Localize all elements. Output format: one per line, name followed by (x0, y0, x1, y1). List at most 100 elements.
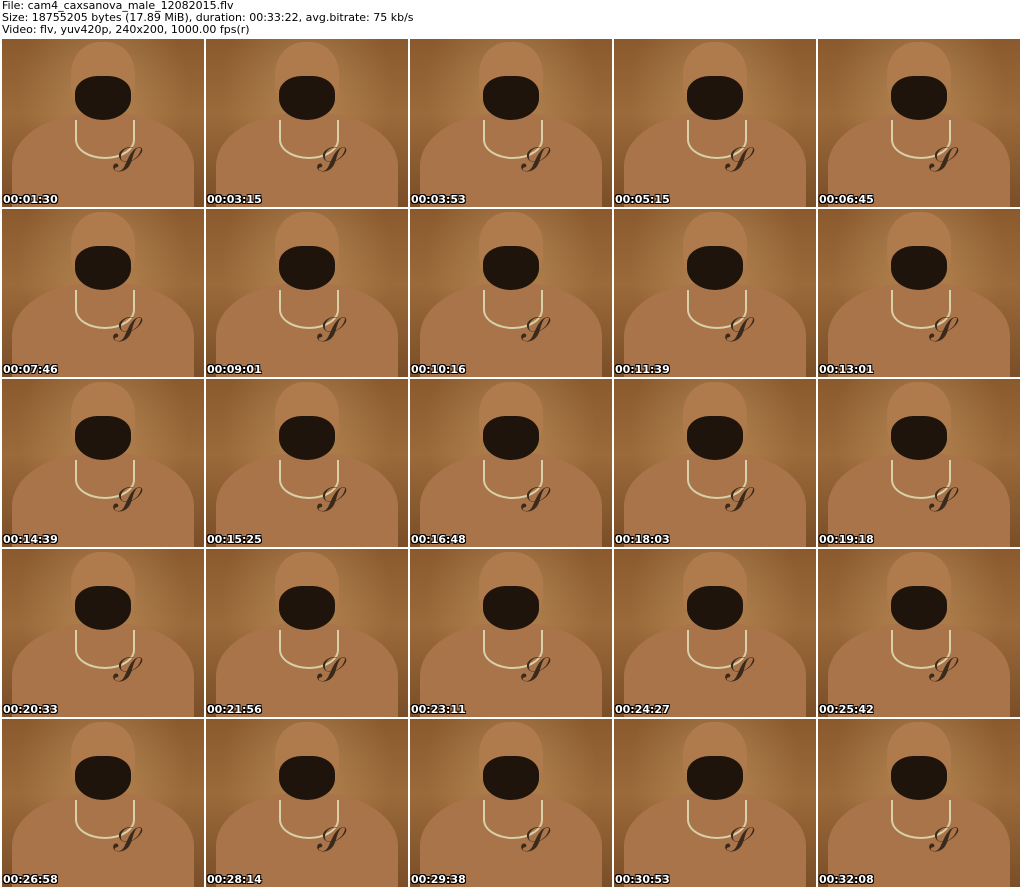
tattoo-glyph-icon: 𝒮 (317, 820, 344, 861)
thumbnail-figure-beard (74, 415, 132, 460)
video-thumbnail[interactable]: 𝒮 00:09:01 (206, 209, 408, 377)
thumbnail-timestamp: 00:09:01 (207, 363, 262, 376)
file-info-header: File: cam4_caxsanova_male_12082015.flv S… (2, 0, 1022, 36)
thumbnail-figure-beard (74, 755, 132, 800)
video-thumbnail[interactable]: 𝒮 00:21:56 (206, 549, 408, 717)
thumbnail-timestamp: 00:16:48 (411, 533, 466, 546)
video-thumbnail[interactable]: 𝒮 00:07:46 (2, 209, 204, 377)
thumbnail-figure-beard (278, 75, 336, 120)
thumbnail-figure-beard (686, 415, 744, 460)
thumbnail-timestamp: 00:30:53 (615, 873, 670, 886)
video-thumbnail[interactable]: 𝒮 00:15:25 (206, 379, 408, 547)
thumbnail-figure-beard (686, 585, 744, 630)
thumbnail-figure-beard (482, 245, 540, 290)
thumbnail-timestamp: 00:18:03 (615, 533, 670, 546)
video-info-line: Video: flv, yuv420p, 240x200, 1000.00 fp… (2, 23, 250, 36)
thumbnail-figure-beard (890, 585, 948, 630)
thumbnail-timestamp: 00:24:27 (615, 703, 670, 716)
thumbnail-figure-beard (74, 75, 132, 120)
thumbnail-timestamp: 00:03:53 (411, 193, 466, 206)
tattoo-glyph-icon: 𝒮 (725, 310, 752, 351)
video-thumbnail[interactable]: 𝒮 00:19:18 (818, 379, 1020, 547)
thumbnail-timestamp: 00:10:16 (411, 363, 466, 376)
tattoo-glyph-icon: 𝒮 (929, 480, 956, 521)
thumbnail-timestamp: 00:11:39 (615, 363, 670, 376)
video-thumbnail[interactable]: 𝒮 00:05:15 (614, 39, 816, 207)
video-thumbnail[interactable]: 𝒮 00:10:16 (410, 209, 612, 377)
video-thumbnail[interactable]: 𝒮 00:14:39 (2, 379, 204, 547)
tattoo-glyph-icon: 𝒮 (929, 650, 956, 691)
thumbnail-timestamp: 00:14:39 (3, 533, 58, 546)
tattoo-glyph-icon: 𝒮 (725, 650, 752, 691)
thumbnail-figure-beard (74, 245, 132, 290)
thumbnail-figure-beard (278, 415, 336, 460)
thumbnail-timestamp: 00:19:18 (819, 533, 874, 546)
tattoo-glyph-icon: 𝒮 (317, 650, 344, 691)
tattoo-glyph-icon: 𝒮 (113, 820, 140, 861)
thumbnail-figure-beard (482, 755, 540, 800)
thumbnail-figure-beard (278, 245, 336, 290)
video-thumbnail[interactable]: 𝒮 00:03:53 (410, 39, 612, 207)
tattoo-glyph-icon: 𝒮 (725, 140, 752, 181)
thumbnail-timestamp: 00:15:25 (207, 533, 262, 546)
thumbnail-timestamp: 00:20:33 (3, 703, 58, 716)
thumbnail-timestamp: 00:21:56 (207, 703, 262, 716)
video-thumbnail[interactable]: 𝒮 00:23:11 (410, 549, 612, 717)
thumbnail-figure-beard (686, 755, 744, 800)
tattoo-glyph-icon: 𝒮 (929, 140, 956, 181)
tattoo-glyph-icon: 𝒮 (521, 650, 548, 691)
tattoo-glyph-icon: 𝒮 (317, 480, 344, 521)
tattoo-glyph-icon: 𝒮 (317, 140, 344, 181)
tattoo-glyph-icon: 𝒮 (113, 310, 140, 351)
thumbnail-timestamp: 00:13:01 (819, 363, 874, 376)
thumbnail-timestamp: 00:32:08 (819, 873, 874, 886)
thumbnail-timestamp: 00:07:46 (3, 363, 58, 376)
thumbnail-figure-beard (482, 75, 540, 120)
tattoo-glyph-icon: 𝒮 (929, 820, 956, 861)
thumbnail-figure-beard (890, 755, 948, 800)
video-thumbnail[interactable]: 𝒮 00:32:08 (818, 719, 1020, 887)
thumbnail-figure-beard (890, 245, 948, 290)
thumbnail-timestamp: 00:26:58 (3, 873, 58, 886)
video-thumbnail[interactable]: 𝒮 00:11:39 (614, 209, 816, 377)
tattoo-glyph-icon: 𝒮 (113, 140, 140, 181)
thumbnail-timestamp: 00:03:15 (207, 193, 262, 206)
tattoo-glyph-icon: 𝒮 (725, 480, 752, 521)
tattoo-glyph-icon: 𝒮 (317, 310, 344, 351)
thumbnail-timestamp: 00:01:30 (3, 193, 58, 206)
video-thumbnail[interactable]: 𝒮 00:28:14 (206, 719, 408, 887)
video-thumbnail[interactable]: 𝒮 00:26:58 (2, 719, 204, 887)
thumbnail-figure-beard (278, 755, 336, 800)
video-thumbnail[interactable]: 𝒮 00:30:53 (614, 719, 816, 887)
thumbnail-figure-beard (686, 75, 744, 120)
tattoo-glyph-icon: 𝒮 (521, 140, 548, 181)
thumbnail-grid: 𝒮 00:01:30 𝒮 00:03:15 𝒮 00:03:53 𝒮 00:05:15 𝒮 00:… (2, 39, 1020, 887)
tattoo-glyph-icon: 𝒮 (929, 310, 956, 351)
video-thumbnail[interactable]: 𝒮 00:01:30 (2, 39, 204, 207)
tattoo-glyph-icon: 𝒮 (521, 480, 548, 521)
tattoo-glyph-icon: 𝒮 (521, 820, 548, 861)
video-thumbnail[interactable]: 𝒮 00:13:01 (818, 209, 1020, 377)
video-thumbnail[interactable]: 𝒮 00:20:33 (2, 549, 204, 717)
tattoo-glyph-icon: 𝒮 (113, 480, 140, 521)
video-thumbnail[interactable]: 𝒮 00:03:15 (206, 39, 408, 207)
tattoo-glyph-icon: 𝒮 (725, 820, 752, 861)
video-thumbnail[interactable]: 𝒮 00:24:27 (614, 549, 816, 717)
thumbnail-figure-beard (686, 245, 744, 290)
thumbnail-timestamp: 00:25:42 (819, 703, 874, 716)
thumbnail-figure-beard (278, 585, 336, 630)
thumbnail-figure-beard (890, 75, 948, 120)
video-thumbnail[interactable]: 𝒮 00:06:45 (818, 39, 1020, 207)
thumbnail-timestamp: 00:06:45 (819, 193, 874, 206)
thumbnail-figure-beard (482, 415, 540, 460)
video-thumbnail[interactable]: 𝒮 00:25:42 (818, 549, 1020, 717)
tattoo-glyph-icon: 𝒮 (521, 310, 548, 351)
video-thumbnail[interactable]: 𝒮 00:18:03 (614, 379, 816, 547)
thumbnail-figure-beard (890, 415, 948, 460)
thumbnail-timestamp: 00:28:14 (207, 873, 262, 886)
video-thumbnail[interactable]: 𝒮 00:16:48 (410, 379, 612, 547)
thumbnail-timestamp: 00:29:38 (411, 873, 466, 886)
thumbnail-figure-beard (482, 585, 540, 630)
tattoo-glyph-icon: 𝒮 (113, 650, 140, 691)
video-thumbnail[interactable]: 𝒮 00:29:38 (410, 719, 612, 887)
